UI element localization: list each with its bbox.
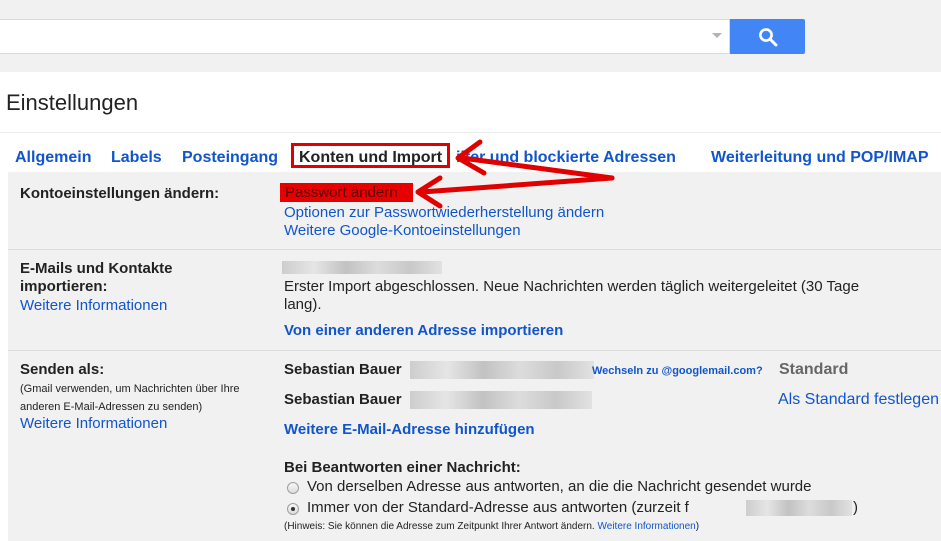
reply-heading: Bei Beantworten einer Nachricht: [284,459,521,476]
search-options-chevron-down-icon[interactable] [712,33,722,38]
redacted-address [410,361,594,379]
sender-name: Sebastian Bauer [284,361,402,378]
redacted-address [282,261,442,274]
tab-labels[interactable]: Labels [111,149,162,167]
divider [0,132,941,133]
import-from-other-address-link[interactable]: Von einer anderen Adresse importieren [284,322,563,339]
send-as-label: Senden als: [20,361,105,378]
sender-name: Sebastian Bauer [284,391,402,408]
reply-default-address-label[interactable]: Immer von der Standard-Adresse aus antwo… [307,499,689,516]
import-status-continued: lang). [284,296,322,313]
import-label-continued: importieren: [20,278,108,295]
tab-inbox[interactable]: Posteingang [182,149,278,167]
import-more-info-link[interactable]: Weitere Informationen [20,297,167,314]
google-account-settings-link[interactable]: Weitere Google-Kontoeinstellungen [284,222,521,239]
reply-hint-end: ) [695,521,700,532]
reply-same-address-label[interactable]: Von derselben Adresse aus antworten, an … [307,478,812,495]
settings-tabs: Allgemein Labels Posteingang Konten und … [0,146,941,170]
reply-hint-text: (Hinweis: Sie können die Adresse zum Zei… [284,521,595,532]
import-label: E-Mails und Kontakte [20,260,173,277]
send-as-more-info-link[interactable]: Weitere Informationen [20,415,167,432]
tab-forwarding-pop-imap[interactable]: Weiterleitung und POP/IMAP [711,149,929,167]
send-as-hint: (Gmail verwenden, um Nachrichten über Ih… [20,383,240,395]
switch-googlemail-link[interactable]: Wechseln zu @googlemail.com? [592,365,763,377]
reply-same-address-radio[interactable] [287,482,299,494]
import-status: Erster Import abgeschlossen. Neue Nachri… [284,278,860,295]
account-settings-label: Kontoeinstellungen ändern: [20,185,220,202]
page-title: Einstellungen [6,90,139,115]
reply-default-address-label-end: ) [853,499,858,516]
tab-filters-and-blocked-addresses[interactable]: ilter und blockierte Adressen [456,149,676,167]
change-password-highlight[interactable]: Passwort ändern [280,183,413,202]
row-divider [8,249,941,250]
redacted-address [746,500,852,516]
reply-default-address-radio[interactable] [287,503,299,515]
send-as-hint-continued: anderen E-Mail-Adressen zu senden) [20,401,203,413]
reply-hint: (Hinweis: Sie können die Adresse zum Zei… [284,518,699,536]
make-default-link[interactable]: Als Standard festlegen [778,391,939,409]
recovery-options-link[interactable]: Optionen zur Passwortwiederherstellung ä… [284,204,604,221]
search-icon [759,28,778,47]
tab-general[interactable]: Allgemein [15,149,91,167]
annotation-highlight-box [291,143,450,168]
add-email-address-link[interactable]: Weitere E-Mail-Adresse hinzufügen [284,421,535,438]
redacted-address [410,391,592,409]
change-password-link[interactable]: Passwort ändern [285,184,398,201]
row-divider [8,350,941,351]
search-button[interactable] [730,19,805,54]
reply-hint-more-info-link[interactable]: Weitere Informationen [598,521,696,532]
search-input[interactable] [0,19,730,54]
default-status-badge: Standard [779,361,849,378]
